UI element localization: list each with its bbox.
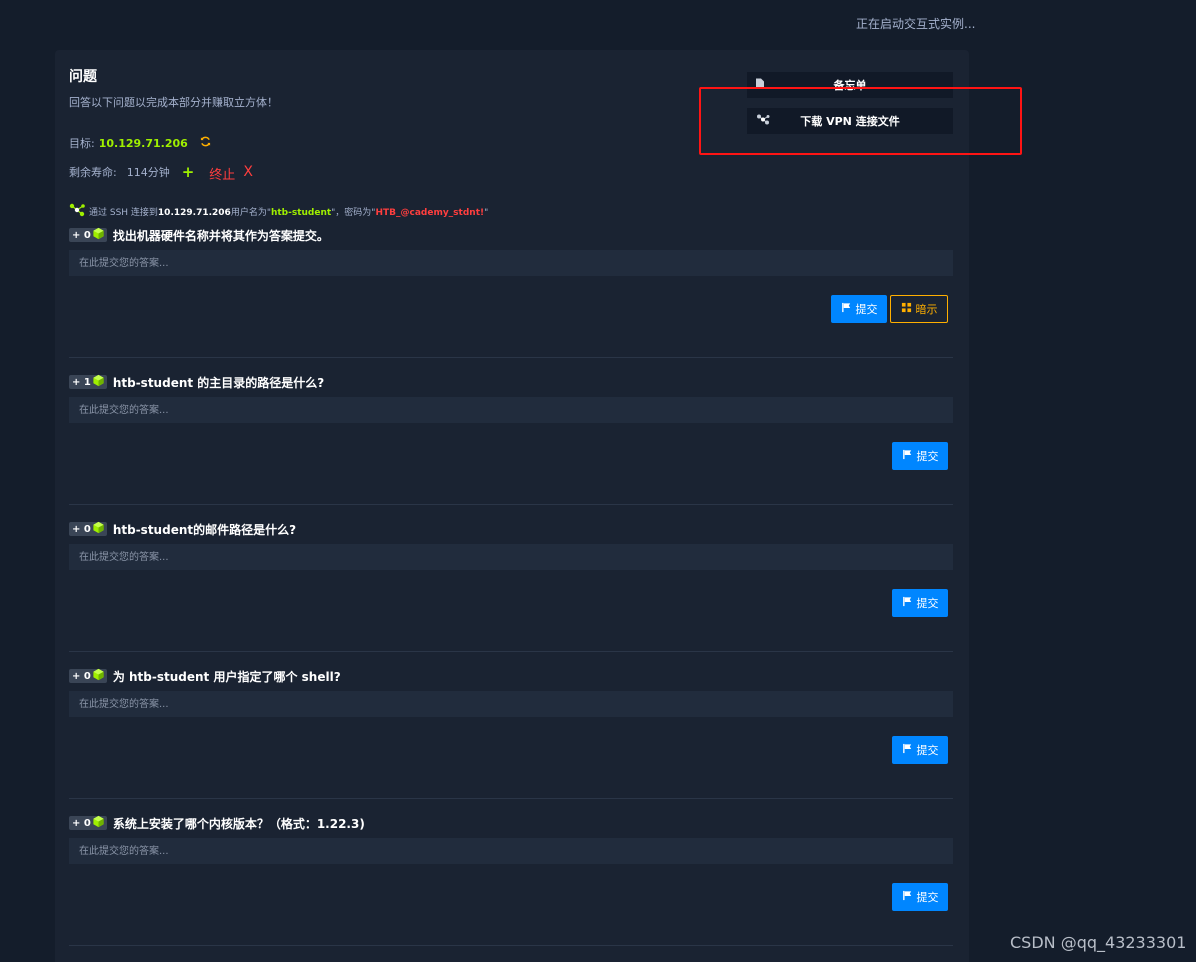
reward-value: + 0 — [72, 670, 91, 682]
flag-icon — [902, 890, 913, 904]
reward-badge: + 0 — [69, 227, 107, 243]
ssh-password: HTB_@cademy_stdnt! — [375, 208, 485, 218]
ssh-suffix: " — [484, 208, 489, 218]
answer-input[interactable] — [69, 544, 953, 570]
question-text: htb-student 的主目录的路径是什么? — [112, 375, 325, 390]
ssh-pass-prefix: "，密码为" — [331, 208, 376, 218]
instance-status: 正在启动交互式实例... — [856, 17, 976, 31]
page: 正在启动交互式实例... 问题 回答以下问题以完成本部分并赚取立方体！ 目标: … — [0, 0, 1196, 962]
ssh-username: htb-student — [270, 208, 332, 218]
question-item: + 0 系统上安装了哪个内核版本？（格式：1.22.3) 提交 — [69, 815, 953, 911]
question-item: + 0 htb-student的邮件路径是什么? 提交 — [69, 521, 953, 617]
submit-label: 提交 — [916, 745, 939, 757]
submit-label: 提交 — [916, 451, 939, 463]
refresh-icon[interactable] — [200, 136, 211, 150]
life-row: 剩余寿命: 114分钟 + 终止 X — [69, 161, 253, 183]
submit-label: 提交 — [916, 892, 939, 904]
question-text: 为 htb-student 用户指定了哪个 shell? — [112, 669, 341, 684]
question-text: htb-student的邮件路径是什么? — [112, 522, 297, 537]
ssh-prefix: 通过 SSH 连接到 — [89, 208, 158, 218]
watermark: CSDN @qq_43233301 — [1010, 933, 1187, 952]
question-header: + 0 找出机器硬件名称并将其作为答案提交。 — [69, 227, 953, 243]
network-icon — [69, 203, 85, 220]
question-header: + 1 htb-student 的主目录的路径是什么? — [69, 374, 953, 390]
hint-button[interactable]: 暗示 — [890, 295, 948, 323]
submit-button[interactable]: 提交 — [831, 295, 887, 323]
answer-input[interactable] — [69, 691, 953, 717]
reward-value: + 0 — [72, 523, 91, 535]
plus-icon[interactable]: + — [182, 164, 195, 180]
highlight-annotation — [699, 87, 1022, 155]
cube-icon — [92, 521, 105, 537]
question-actions: 提交 — [69, 736, 953, 764]
question-item: + 0 找出机器硬件名称并将其作为答案提交。 提交 暗示 — [69, 227, 953, 323]
flag-icon — [902, 743, 913, 757]
reward-value: + 0 — [72, 817, 91, 829]
divider — [69, 357, 953, 358]
question-actions: 提交 — [69, 589, 953, 617]
answer-input[interactable] — [69, 397, 953, 423]
question-item: + 0 为 htb-student 用户指定了哪个 shell? 提交 — [69, 668, 953, 764]
question-header: + 0 系统上安装了哪个内核版本？（格式：1.22.3) — [69, 815, 953, 831]
target-label: 目标: — [69, 137, 95, 150]
question-text: 找出机器硬件名称并将其作为答案提交。 — [112, 228, 329, 243]
cube-icon — [92, 227, 105, 243]
divider — [69, 651, 953, 652]
cube-icon — [92, 668, 105, 684]
submit-label: 提交 — [855, 304, 878, 316]
section-title: 问题 — [69, 69, 97, 85]
flag-icon — [902, 449, 913, 463]
section-subtitle: 回答以下问题以完成本部分并赚取立方体！ — [69, 96, 278, 109]
cube-icon — [92, 374, 105, 390]
ssh-note: 通过 SSH 连接到10.129.71.206用户名为"htb-student"… — [69, 203, 488, 220]
reward-value: + 0 — [72, 229, 91, 241]
divider — [69, 504, 953, 505]
question-text: 系统上安装了哪个内核版本？（格式：1.22.3) — [112, 816, 365, 831]
answer-input[interactable] — [69, 838, 953, 864]
submit-button[interactable]: 提交 — [892, 883, 948, 911]
divider — [69, 945, 953, 946]
close-icon[interactable]: X — [243, 164, 253, 180]
reward-value: + 1 — [72, 376, 91, 388]
submit-button[interactable]: 提交 — [892, 589, 948, 617]
reward-badge: + 1 — [69, 374, 107, 390]
question-item: + 1 htb-student 的主目录的路径是什么? 提交 — [69, 374, 953, 470]
reward-badge: + 0 — [69, 521, 107, 537]
questions-panel: 问题 回答以下问题以完成本部分并赚取立方体！ 目标: 10.129.71.206… — [55, 50, 1022, 962]
flag-icon — [902, 596, 913, 610]
reward-badge: + 0 — [69, 668, 107, 684]
submit-button[interactable]: 提交 — [892, 736, 948, 764]
ssh-ip: 10.129.71.206 — [157, 208, 231, 218]
life-value: 114分钟 — [126, 166, 170, 179]
question-actions: 提交 — [69, 442, 953, 470]
hint-icon — [901, 302, 912, 316]
question-actions: 提交 — [69, 883, 953, 911]
ssh-user-prefix: 用户名为" — [230, 208, 271, 218]
answer-input[interactable] — [69, 250, 953, 276]
submit-label: 提交 — [916, 598, 939, 610]
reward-badge: + 0 — [69, 815, 107, 831]
question-header: + 0 htb-student的邮件路径是什么? — [69, 521, 953, 537]
submit-button[interactable]: 提交 — [892, 442, 948, 470]
terminate-link[interactable]: 终止 — [209, 164, 235, 183]
hint-label: 暗示 — [915, 304, 938, 316]
question-actions: 提交 暗示 — [69, 295, 953, 323]
flag-icon — [841, 302, 852, 316]
target-ip: 10.129.71.206 — [98, 136, 188, 150]
divider — [69, 798, 953, 799]
question-header: + 0 为 htb-student 用户指定了哪个 shell? — [69, 668, 953, 684]
cube-icon — [92, 815, 105, 831]
life-label: 剩余寿命: — [69, 166, 117, 179]
target-row: 目标: 10.129.71.206 — [69, 135, 211, 151]
